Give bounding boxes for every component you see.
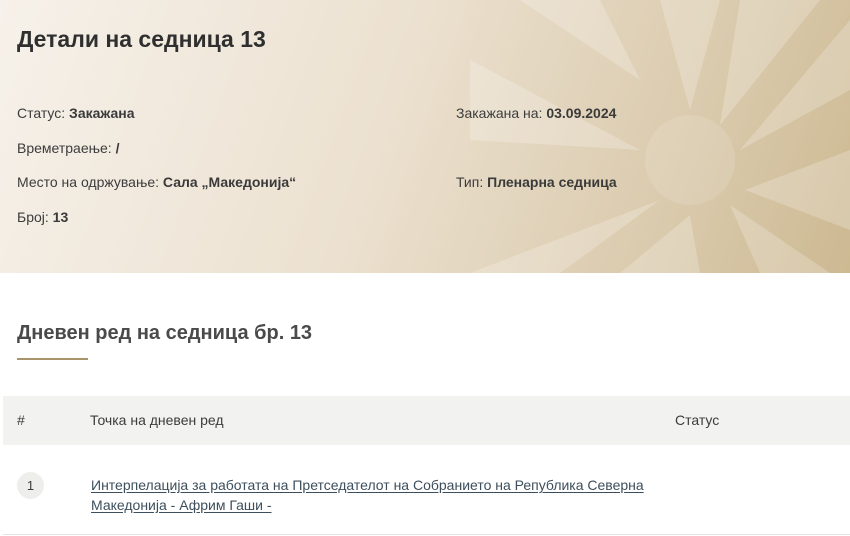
scheduled-value: 03.09.2024	[546, 105, 617, 121]
type-label: Тип:	[456, 174, 484, 190]
number-label: Број:	[17, 209, 49, 225]
meta-session-type: Тип: Пленарна седница	[456, 174, 617, 190]
type-value: Пленарна седница	[487, 174, 617, 190]
page-title: Детали на седница 13	[17, 26, 266, 52]
agenda-title-underline	[17, 358, 88, 360]
status-label: Статус:	[17, 105, 66, 121]
meta-location: Место на одржување: Сала „Македонија“	[17, 174, 296, 190]
number-value: 13	[52, 209, 69, 225]
table-row: 1 Интерпелација за работата на Претседат…	[3, 445, 850, 535]
location-value: Сала „Македонија“	[162, 174, 297, 190]
meta-duration: Времетраење: /	[17, 140, 119, 156]
scheduled-label: Закажана на:	[456, 105, 543, 121]
column-header-status: Статус	[675, 412, 720, 428]
column-header-item: Точка на дневен ред	[90, 412, 224, 428]
status-value: Закажана	[69, 105, 135, 121]
duration-label: Времетраење:	[17, 140, 112, 156]
agenda-item-link[interactable]: Интерпелација за работата на Претседател…	[91, 475, 661, 515]
agenda-table-header: # Точка на дневен ред Статус	[3, 396, 850, 445]
meta-number: Број: 13	[17, 209, 68, 225]
session-details-header: Детали на седница 13 Статус: Закажана Вр…	[0, 0, 850, 273]
meta-status: Статус: Закажана	[17, 105, 135, 121]
location-label: Место на одржување:	[17, 174, 160, 190]
meta-scheduled-date: Закажана на: 03.09.2024	[456, 105, 616, 121]
column-header-number: #	[17, 412, 25, 428]
agenda-title: Дневен ред на седница бр. 13	[17, 322, 313, 344]
duration-value: /	[115, 140, 120, 156]
row-number-badge: 1	[17, 472, 44, 499]
